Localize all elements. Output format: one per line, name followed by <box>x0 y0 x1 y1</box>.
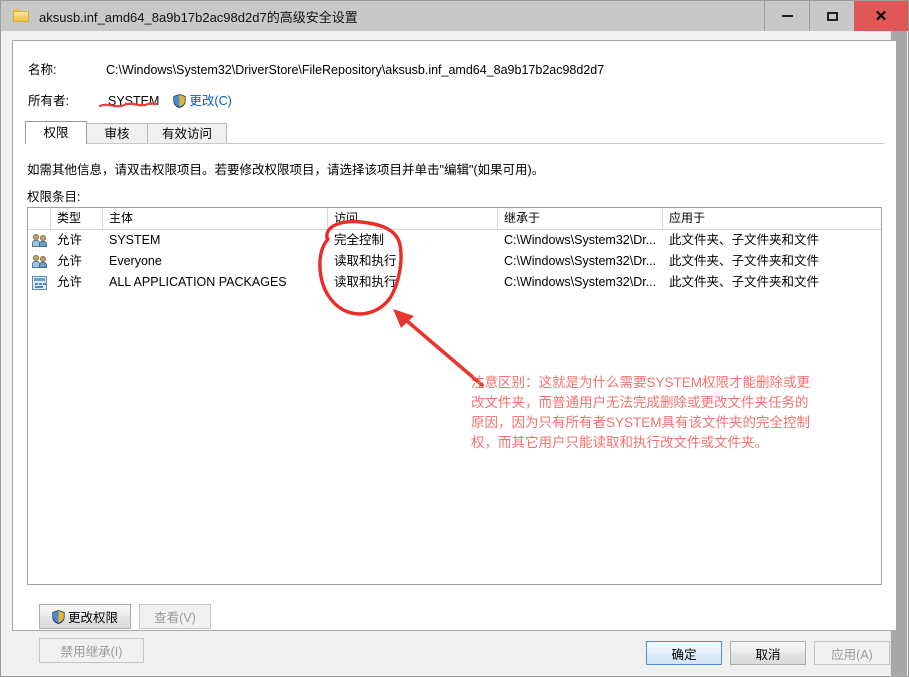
ok-label: 确定 <box>671 647 697 662</box>
row-type: 允许 <box>57 275 83 289</box>
settings-panel: 名称: C:\Windows\System32\DriverStore\FileR… <box>12 40 897 663</box>
column-header-principal[interactable]: 主体 <box>103 208 328 229</box>
shield-icon <box>52 609 65 624</box>
column-header-applies-to[interactable]: 应用于 <box>663 208 881 229</box>
users-icon <box>32 254 48 269</box>
maximize-button[interactable] <box>809 1 854 31</box>
row-applies-to: 此文件夹、子文件夹和文件 <box>669 275 820 289</box>
table-row[interactable]: 允许 ALL APPLICATION PACKAGES 读取和执行 C:\Win… <box>28 272 881 293</box>
column-header-access[interactable]: 访问 <box>328 208 498 229</box>
tab-bar: 权限 审核 有效访问 <box>25 121 228 144</box>
tab-auditing-label: 审核 <box>104 127 130 141</box>
window-title: aksusb.inf_amd64_8a9b17b2ac98d2d7的高级安全设置 <box>39 9 358 25</box>
row-principal: ALL APPLICATION PACKAGES <box>109 275 287 289</box>
title-bar: aksusb.inf_amd64_8a9b17b2ac98d2d7的高级安全设置… <box>1 1 908 31</box>
view-button[interactable]: 查看(V) <box>139 604 211 629</box>
disable-inheritance-label: 禁用继承(I) <box>60 645 123 659</box>
close-button[interactable]: ✕ <box>854 1 908 31</box>
row-icon-cell <box>28 233 51 248</box>
tab-divider <box>25 143 884 144</box>
name-value: C:\Windows\System32\DriverStore\FileRepo… <box>106 63 605 77</box>
folder-icon <box>13 9 30 23</box>
row-applies-to: 此文件夹、子文件夹和文件 <box>669 233 820 247</box>
maximize-icon <box>826 11 838 21</box>
annotation-text: 注意区别：这就是为什么需要SYSTEM权限才能删除或更改文件夹，而普通用户无法完… <box>471 375 811 450</box>
cancel-label: 取消 <box>755 647 781 662</box>
owner-label: 所有者: <box>28 94 69 108</box>
change-permissions-button[interactable]: 更改权限 <box>39 604 131 629</box>
tab-effective-access-label: 有效访问 <box>162 127 213 141</box>
row-type: 允许 <box>57 233 83 247</box>
column-header-inherited-from[interactable]: 继承于 <box>498 208 663 229</box>
users-icon <box>32 233 48 248</box>
owner-value: SYSTEM <box>108 94 160 108</box>
window-controls: ✕ <box>764 1 908 31</box>
advanced-security-settings-window: aksusb.inf_amd64_8a9b17b2ac98d2d7的高级安全设置… <box>0 0 909 677</box>
row-applies-to: 此文件夹、子文件夹和文件 <box>669 254 820 268</box>
ok-button[interactable]: 确定 <box>646 641 722 665</box>
tab-effective-access[interactable]: 有效访问 <box>147 123 228 144</box>
row-principal: SYSTEM <box>109 233 161 247</box>
apply-label: 应用(A) <box>831 647 873 662</box>
minimize-button[interactable] <box>764 1 809 31</box>
change-owner-link[interactable]: 更改(C) <box>189 94 231 108</box>
view-label: 查看(V) <box>154 611 196 625</box>
row-access: 读取和执行 <box>334 254 397 268</box>
name-label: 名称: <box>28 63 57 77</box>
row-access: 完全控制 <box>334 233 385 247</box>
tab-auditing[interactable]: 审核 <box>86 123 148 144</box>
row-inherited-from: C:\Windows\System32\Dr... <box>504 233 657 247</box>
name-row: 名称: C:\Windows\System32\DriverStore\FileR… <box>28 59 604 78</box>
owner-row: 所有者: SYSTEM 更改(C) <box>28 90 232 109</box>
table-row[interactable]: 允许 SYSTEM 完全控制 C:\Windows\System32\Dr...… <box>28 230 881 251</box>
row-icon-cell <box>28 254 51 269</box>
row-inherited-from: C:\Windows\System32\Dr... <box>504 275 657 289</box>
shield-icon <box>173 94 187 108</box>
disable-inheritance-button[interactable]: 禁用继承(I) <box>39 638 144 663</box>
row-access: 读取和执行 <box>334 275 397 289</box>
row-icon-cell <box>28 275 51 290</box>
row-type: 允许 <box>57 254 83 268</box>
table-header: 类型 主体 访问 继承于 应用于 <box>28 208 881 230</box>
column-header-type[interactable]: 类型 <box>51 208 103 229</box>
row-inherited-from: C:\Windows\System32\Dr... <box>504 254 657 268</box>
cancel-button[interactable]: 取消 <box>730 641 806 665</box>
tab-permissions[interactable]: 权限 <box>25 121 87 144</box>
row-principal: Everyone <box>109 254 162 268</box>
permission-entries-label: 权限条目: <box>27 190 81 204</box>
close-icon: ✕ <box>874 7 888 25</box>
tab-permissions-label: 权限 <box>43 126 69 140</box>
table-row[interactable]: 允许 Everyone 读取和执行 C:\Windows\System32\Dr… <box>28 251 881 272</box>
change-permissions-label: 更改权限 <box>67 611 118 625</box>
minimize-icon <box>781 15 793 17</box>
column-header-icon[interactable] <box>28 208 51 229</box>
instructions-text: 如需其他信息，请双击权限项目。若要修改权限项目，请选择该项目并单击"编辑"(如果… <box>27 163 545 177</box>
apply-button[interactable]: 应用(A) <box>814 641 890 665</box>
app-package-icon <box>32 275 47 290</box>
